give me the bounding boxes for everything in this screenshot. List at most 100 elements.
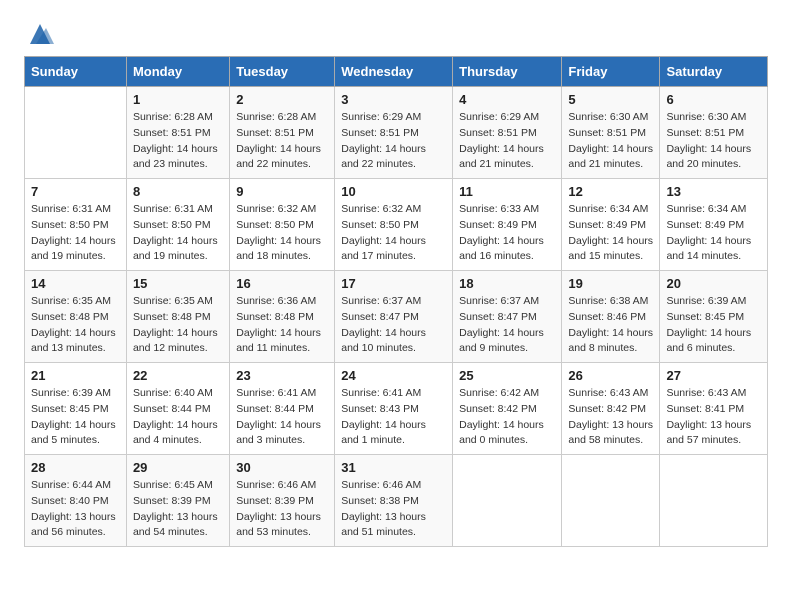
header-cell-thursday: Thursday xyxy=(453,57,562,87)
week-row-4: 28Sunrise: 6:44 AMSunset: 8:40 PMDayligh… xyxy=(25,455,768,547)
day-number: 12 xyxy=(568,184,653,199)
day-number: 7 xyxy=(31,184,120,199)
day-info: Sunrise: 6:30 AMSunset: 8:51 PMDaylight:… xyxy=(568,110,653,173)
day-info: Sunrise: 6:29 AMSunset: 8:51 PMDaylight:… xyxy=(459,110,555,173)
day-number: 11 xyxy=(459,184,555,199)
week-row-0: 1 Sunrise: 6:28 AMSunset: 8:51 PMDaylight… xyxy=(25,87,768,179)
day-number: 17 xyxy=(341,276,446,291)
day-cell: 9 Sunrise: 6:32 AMSunset: 8:50 PMDaylight… xyxy=(230,179,335,271)
day-info: Sunrise: 6:30 AMSunset: 8:51 PMDaylight:… xyxy=(666,110,761,173)
day-info: Sunrise: 6:39 AMSunset: 8:45 PMDaylight:… xyxy=(666,294,761,357)
day-info: Sunrise: 6:28 AMSunset: 8:51 PMDaylight:… xyxy=(236,110,328,173)
day-cell xyxy=(562,455,660,547)
header-cell-friday: Friday xyxy=(562,57,660,87)
day-cell: 25 Sunrise: 6:42 AMSunset: 8:42 PMDayligh… xyxy=(453,363,562,455)
day-number: 21 xyxy=(31,368,120,383)
day-info: Sunrise: 6:45 AMSunset: 8:39 PMDaylight:… xyxy=(133,478,223,541)
day-cell: 20 Sunrise: 6:39 AMSunset: 8:45 PMDayligh… xyxy=(660,271,768,363)
day-cell: 29 Sunrise: 6:45 AMSunset: 8:39 PMDayligh… xyxy=(126,455,229,547)
day-cell xyxy=(25,87,127,179)
day-number: 23 xyxy=(236,368,328,383)
day-number: 27 xyxy=(666,368,761,383)
day-info: Sunrise: 6:46 AMSunset: 8:39 PMDaylight:… xyxy=(236,478,328,541)
day-cell: 16 Sunrise: 6:36 AMSunset: 8:48 PMDayligh… xyxy=(230,271,335,363)
day-number: 6 xyxy=(666,92,761,107)
day-number: 4 xyxy=(459,92,555,107)
day-info: Sunrise: 6:34 AMSunset: 8:49 PMDaylight:… xyxy=(666,202,761,265)
day-info: Sunrise: 6:39 AMSunset: 8:45 PMDaylight:… xyxy=(31,386,120,449)
header-cell-tuesday: Tuesday xyxy=(230,57,335,87)
day-cell: 3 Sunrise: 6:29 AMSunset: 8:51 PMDaylight… xyxy=(335,87,453,179)
logo-icon xyxy=(26,20,54,48)
day-cell: 4 Sunrise: 6:29 AMSunset: 8:51 PMDaylight… xyxy=(453,87,562,179)
day-number: 10 xyxy=(341,184,446,199)
header-cell-sunday: Sunday xyxy=(25,57,127,87)
day-number: 30 xyxy=(236,460,328,475)
day-info: Sunrise: 6:35 AMSunset: 8:48 PMDaylight:… xyxy=(31,294,120,357)
header-cell-wednesday: Wednesday xyxy=(335,57,453,87)
day-info: Sunrise: 6:41 AMSunset: 8:43 PMDaylight:… xyxy=(341,386,446,449)
header xyxy=(24,20,768,48)
week-row-1: 7 Sunrise: 6:31 AMSunset: 8:50 PMDaylight… xyxy=(25,179,768,271)
day-number: 18 xyxy=(459,276,555,291)
day-info: Sunrise: 6:38 AMSunset: 8:46 PMDaylight:… xyxy=(568,294,653,357)
day-number: 8 xyxy=(133,184,223,199)
day-number: 9 xyxy=(236,184,328,199)
day-number: 20 xyxy=(666,276,761,291)
day-info: Sunrise: 6:37 AMSunset: 8:47 PMDaylight:… xyxy=(459,294,555,357)
day-cell: 5Sunrise: 6:30 AMSunset: 8:51 PMDaylight… xyxy=(562,87,660,179)
day-number: 3 xyxy=(341,92,446,107)
day-cell: 11 Sunrise: 6:33 AMSunset: 8:49 PMDayligh… xyxy=(453,179,562,271)
day-cell: 31 Sunrise: 6:46 AMSunset: 8:38 PMDayligh… xyxy=(335,455,453,547)
day-cell: 19Sunrise: 6:38 AMSunset: 8:46 PMDayligh… xyxy=(562,271,660,363)
day-number: 24 xyxy=(341,368,446,383)
day-cell xyxy=(453,455,562,547)
day-info: Sunrise: 6:31 AMSunset: 8:50 PMDaylight:… xyxy=(31,202,120,265)
day-cell: 6 Sunrise: 6:30 AMSunset: 8:51 PMDaylight… xyxy=(660,87,768,179)
day-number: 16 xyxy=(236,276,328,291)
day-number: 14 xyxy=(31,276,120,291)
day-cell: 23 Sunrise: 6:41 AMSunset: 8:44 PMDayligh… xyxy=(230,363,335,455)
day-info: Sunrise: 6:28 AMSunset: 8:51 PMDaylight:… xyxy=(133,110,223,173)
day-info: Sunrise: 6:37 AMSunset: 8:47 PMDaylight:… xyxy=(341,294,446,357)
day-number: 13 xyxy=(666,184,761,199)
day-info: Sunrise: 6:31 AMSunset: 8:50 PMDaylight:… xyxy=(133,202,223,265)
day-cell: 18 Sunrise: 6:37 AMSunset: 8:47 PMDayligh… xyxy=(453,271,562,363)
day-number: 2 xyxy=(236,92,328,107)
day-number: 28 xyxy=(31,460,120,475)
header-cell-monday: Monday xyxy=(126,57,229,87)
day-cell: 1 Sunrise: 6:28 AMSunset: 8:51 PMDaylight… xyxy=(126,87,229,179)
day-info: Sunrise: 6:34 AMSunset: 8:49 PMDaylight:… xyxy=(568,202,653,265)
day-number: 1 xyxy=(133,92,223,107)
week-row-2: 14 Sunrise: 6:35 AMSunset: 8:48 PMDayligh… xyxy=(25,271,768,363)
day-info: Sunrise: 6:29 AMSunset: 8:51 PMDaylight:… xyxy=(341,110,446,173)
day-info: Sunrise: 6:32 AMSunset: 8:50 PMDaylight:… xyxy=(341,202,446,265)
day-cell: 21 Sunrise: 6:39 AMSunset: 8:45 PMDayligh… xyxy=(25,363,127,455)
day-number: 25 xyxy=(459,368,555,383)
day-info: Sunrise: 6:41 AMSunset: 8:44 PMDaylight:… xyxy=(236,386,328,449)
day-cell: 30 Sunrise: 6:46 AMSunset: 8:39 PMDayligh… xyxy=(230,455,335,547)
week-row-3: 21 Sunrise: 6:39 AMSunset: 8:45 PMDayligh… xyxy=(25,363,768,455)
day-info: Sunrise: 6:43 AMSunset: 8:41 PMDaylight:… xyxy=(666,386,761,449)
header-cell-saturday: Saturday xyxy=(660,57,768,87)
day-info: Sunrise: 6:33 AMSunset: 8:49 PMDaylight:… xyxy=(459,202,555,265)
day-cell: 8 Sunrise: 6:31 AMSunset: 8:50 PMDaylight… xyxy=(126,179,229,271)
calendar-header-row: SundayMondayTuesdayWednesdayThursdayFrid… xyxy=(25,57,768,87)
day-cell: 12 Sunrise: 6:34 AMSunset: 8:49 PMDayligh… xyxy=(562,179,660,271)
day-cell: 27 Sunrise: 6:43 AMSunset: 8:41 PMDayligh… xyxy=(660,363,768,455)
day-cell: 10 Sunrise: 6:32 AMSunset: 8:50 PMDayligh… xyxy=(335,179,453,271)
day-number: 29 xyxy=(133,460,223,475)
day-cell: 15 Sunrise: 6:35 AMSunset: 8:48 PMDayligh… xyxy=(126,271,229,363)
day-info: Sunrise: 6:32 AMSunset: 8:50 PMDaylight:… xyxy=(236,202,328,265)
day-info: Sunrise: 6:40 AMSunset: 8:44 PMDaylight:… xyxy=(133,386,223,449)
day-info: Sunrise: 6:36 AMSunset: 8:48 PMDaylight:… xyxy=(236,294,328,357)
day-info: Sunrise: 6:35 AMSunset: 8:48 PMDaylight:… xyxy=(133,294,223,357)
day-number: 22 xyxy=(133,368,223,383)
day-cell: 7 Sunrise: 6:31 AMSunset: 8:50 PMDaylight… xyxy=(25,179,127,271)
day-number: 31 xyxy=(341,460,446,475)
day-number: 15 xyxy=(133,276,223,291)
day-info: Sunrise: 6:43 AMSunset: 8:42 PMDaylight:… xyxy=(568,386,653,449)
day-info: Sunrise: 6:42 AMSunset: 8:42 PMDaylight:… xyxy=(459,386,555,449)
day-info: Sunrise: 6:46 AMSunset: 8:38 PMDaylight:… xyxy=(341,478,446,541)
day-cell: 13 Sunrise: 6:34 AMSunset: 8:49 PMDayligh… xyxy=(660,179,768,271)
